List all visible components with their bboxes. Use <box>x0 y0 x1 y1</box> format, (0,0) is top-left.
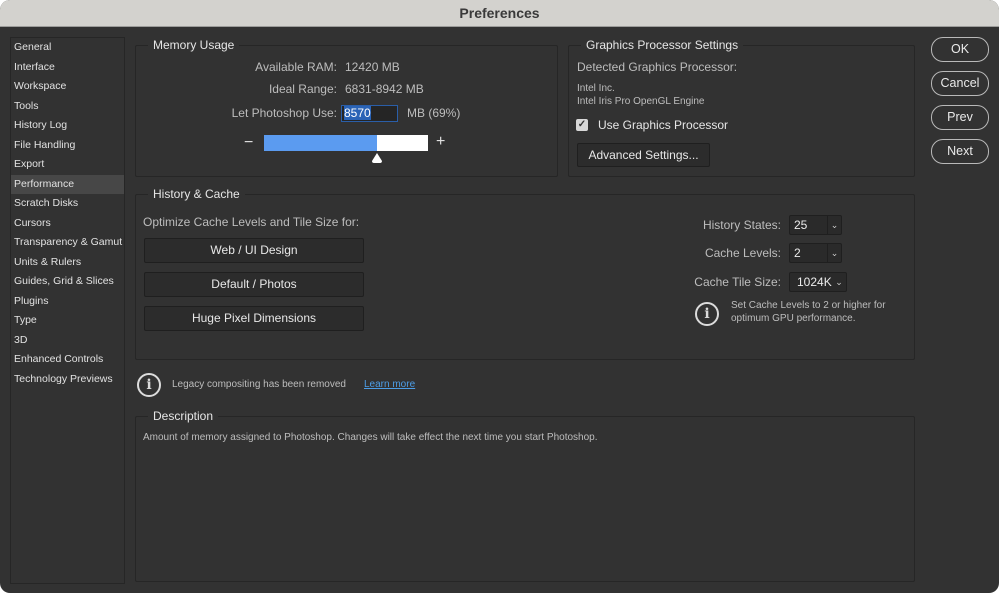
chevron-down-icon: ⌄ <box>835 277 843 287</box>
chevron-down-icon: ⌄ <box>827 216 841 234</box>
checkmark-icon: ✓ <box>577 119 587 130</box>
history-states-dropdown[interactable]: 25 ⌄ <box>789 215 842 235</box>
available-ram-value: 12420 MB <box>345 60 400 74</box>
increase-memory-button[interactable]: + <box>436 133 445 151</box>
cache-levels-dropdown[interactable]: 2 ⌄ <box>789 243 842 263</box>
sidebar-item-tools[interactable]: Tools <box>11 97 124 117</box>
info-icon: i <box>695 302 719 326</box>
sidebar-item-technology-previews[interactable]: Technology Previews <box>11 370 124 390</box>
history-states-value: 25 <box>794 218 808 232</box>
sidebar-item-transparency-gamut[interactable]: Transparency & Gamut <box>11 233 124 253</box>
use-gpu-label: Use Graphics Processor <box>598 118 729 132</box>
gpu-renderer: Intel Iris Pro OpenGL Engine <box>577 96 705 107</box>
sidebar-item-units-rulers[interactable]: Units & Rulers <box>11 253 124 273</box>
advanced-settings-button[interactable]: Advanced Settings... <box>577 143 710 167</box>
gpu-vendor: Intel Inc. <box>577 83 615 94</box>
memory-slider-thumb[interactable] <box>371 152 383 164</box>
cache-tile-size-label: Cache Tile Size: <box>694 275 781 289</box>
cache-tile-size-value: 1024K <box>797 275 832 289</box>
next-button[interactable]: Next <box>931 139 989 164</box>
gpu-settings-title: Graphics Processor Settings <box>581 37 744 53</box>
memory-slider[interactable] <box>264 135 428 151</box>
cache-tile-size-dropdown[interactable]: 1024K ⌄ <box>789 272 847 292</box>
preferences-window: Preferences General Interface Workspace Too… <box>0 0 999 593</box>
cache-levels-label: Cache Levels: <box>704 246 781 260</box>
huge-pixel-dimensions-button[interactable]: Huge Pixel Dimensions <box>144 306 364 331</box>
history-states-label: History States: <box>702 218 781 232</box>
memory-use-input[interactable]: 8570 <box>341 105 398 122</box>
sidebar-item-scratch-disks[interactable]: Scratch Disks <box>11 194 124 214</box>
sidebar-item-history-log[interactable]: History Log <box>11 116 124 136</box>
optimize-label: Optimize Cache Levels and Tile Size for: <box>143 215 360 229</box>
cache-info-line1: Set Cache Levels to 2 or higher for <box>731 300 886 311</box>
photoshop-use-label: Let Photoshop Use: <box>231 106 337 120</box>
default-photos-button[interactable]: Default / Photos <box>144 272 364 297</box>
sidebar: General Interface Workspace Tools History Lo… <box>10 37 125 584</box>
memory-usage-title: Memory Usage <box>148 37 240 53</box>
memory-slider-fill <box>264 135 378 151</box>
available-ram-label: Available RAM: <box>255 60 337 74</box>
sidebar-item-general[interactable]: General <box>11 38 124 58</box>
cache-info-line2: optimum GPU performance. <box>731 313 856 324</box>
sidebar-item-interface[interactable]: Interface <box>11 58 124 78</box>
sidebar-item-type[interactable]: Type <box>11 311 124 331</box>
sidebar-item-workspace[interactable]: Workspace <box>11 77 124 97</box>
web-ui-design-button[interactable]: Web / UI Design <box>144 238 364 263</box>
sidebar-item-export[interactable]: Export <box>11 155 124 175</box>
sidebar-item-enhanced-controls[interactable]: Enhanced Controls <box>11 350 124 370</box>
description-text: Amount of memory assigned to Photoshop. … <box>143 432 598 443</box>
description-title: Description <box>148 408 219 424</box>
prev-button[interactable]: Prev <box>931 105 989 130</box>
window-title: Preferences <box>0 0 999 27</box>
sidebar-item-3d[interactable]: 3D <box>11 331 124 351</box>
sidebar-item-file-handling[interactable]: File Handling <box>11 136 124 156</box>
ok-button[interactable]: OK <box>931 37 989 62</box>
decrease-memory-button[interactable]: − <box>244 134 253 152</box>
use-gpu-checkbox[interactable]: ✓ <box>576 119 588 131</box>
cancel-button[interactable]: Cancel <box>931 71 989 96</box>
sidebar-item-cursors[interactable]: Cursors <box>11 214 124 234</box>
memory-use-unit: MB (69%) <box>407 106 461 120</box>
history-cache-title: History & Cache <box>148 186 245 202</box>
sidebar-item-plugins[interactable]: Plugins <box>11 292 124 312</box>
legacy-compositing-text: Legacy compositing has been removed <box>172 379 346 390</box>
memory-use-value: 8570 <box>344 106 371 120</box>
sidebar-item-performance[interactable]: Performance <box>11 174 124 194</box>
sidebar-item-guides-grid-slices[interactable]: Guides, Grid & Slices <box>11 272 124 292</box>
ideal-range-value: 6831-8942 MB <box>345 82 424 96</box>
detected-gpu-label: Detected Graphics Processor: <box>577 60 738 74</box>
chevron-down-icon: ⌄ <box>827 244 841 262</box>
cache-levels-value: 2 <box>794 246 801 260</box>
info-icon: i <box>137 373 161 397</box>
learn-more-link[interactable]: Learn more <box>364 379 415 390</box>
ideal-range-label: Ideal Range: <box>268 82 337 96</box>
